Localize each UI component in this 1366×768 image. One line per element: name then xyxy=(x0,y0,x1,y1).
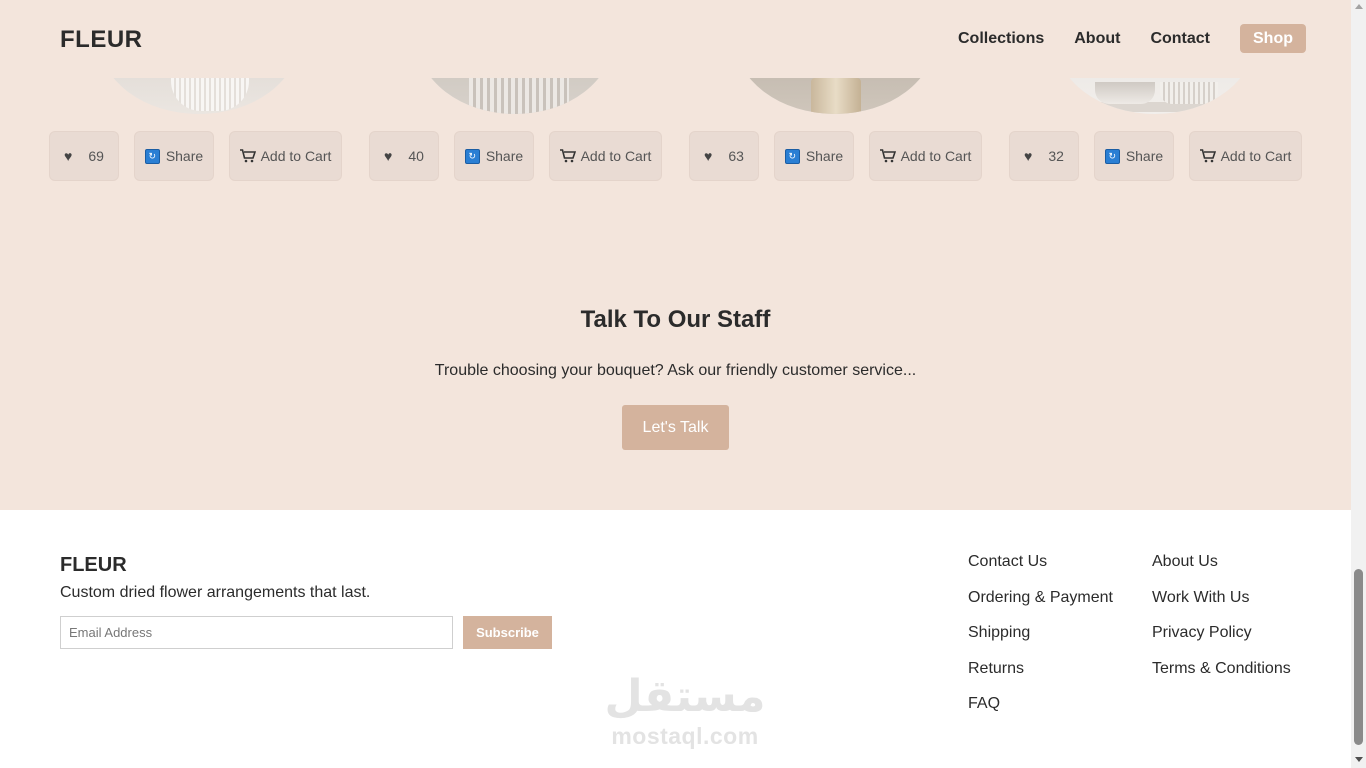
like-button[interactable]: ♥ 32 xyxy=(1009,131,1079,181)
footer-links-col2: About Us Work With Us Privacy Policy Ter… xyxy=(1152,553,1291,695)
product-actions: ♥ 32 ↻ Share Add to Cart xyxy=(1009,131,1302,181)
heart-icon: ♥ xyxy=(1024,148,1033,164)
like-count: 63 xyxy=(728,148,744,164)
share-label: Share xyxy=(485,148,524,164)
share-icon: ↻ xyxy=(1104,148,1120,164)
product-card: ♥ 69 ↻ Share Add to Cart xyxy=(49,0,369,190)
lets-talk-button[interactable]: Let's Talk xyxy=(622,405,729,450)
footer-link-returns[interactable]: Returns xyxy=(968,660,1113,696)
footer-link-work-with-us[interactable]: Work With Us xyxy=(1152,589,1291,625)
page-scrollbar[interactable] xyxy=(1351,0,1366,768)
cart-label: Add to Cart xyxy=(1220,148,1292,164)
cart-label: Add to Cart xyxy=(580,148,652,164)
cart-label: Add to Cart xyxy=(260,148,332,164)
footer-link-about-us[interactable]: About Us xyxy=(1152,553,1291,589)
scrollbar-thumb[interactable] xyxy=(1354,569,1363,745)
cart-icon xyxy=(239,149,256,163)
like-button[interactable]: ♥ 63 xyxy=(689,131,759,181)
share-button[interactable]: ↻ Share xyxy=(454,131,534,181)
product-image[interactable] xyxy=(735,78,935,114)
watermark-arabic: مستقل xyxy=(604,671,766,722)
watermark-latin: mostaql.com xyxy=(611,723,759,749)
product-image[interactable] xyxy=(1055,78,1255,114)
like-count: 69 xyxy=(88,148,104,164)
watermark: مستقل mostaql.com xyxy=(595,672,775,757)
heart-icon: ♥ xyxy=(384,148,393,164)
talk-text: Trouble choosing your bouquet? Ask our f… xyxy=(434,362,917,379)
footer-link-privacy-policy[interactable]: Privacy Policy xyxy=(1152,624,1291,660)
footer-link-contact-us[interactable]: Contact Us xyxy=(968,553,1113,589)
add-to-cart-button[interactable]: Add to Cart xyxy=(549,131,662,181)
share-button[interactable]: ↻ Share xyxy=(774,131,854,181)
share-label: Share xyxy=(165,148,204,164)
footer-logo: FLEUR xyxy=(60,554,127,576)
like-button[interactable]: ♥ 40 xyxy=(369,131,439,181)
product-actions: ♥ 63 ↻ Share Add to Cart xyxy=(689,131,982,181)
cart-icon xyxy=(559,149,576,163)
heart-icon: ♥ xyxy=(704,148,713,164)
like-count: 32 xyxy=(1048,148,1064,164)
footer-links-col1: Contact Us Ordering & Payment Shipping R… xyxy=(968,553,1113,731)
product-actions: ♥ 40 ↻ Share Add to Cart xyxy=(369,131,662,181)
share-label: Share xyxy=(805,148,844,164)
scroll-down-icon[interactable] xyxy=(1355,757,1363,762)
footer-link-terms-conditions[interactable]: Terms & Conditions xyxy=(1152,660,1291,696)
cart-icon xyxy=(1199,149,1216,163)
like-button[interactable]: ♥ 69 xyxy=(49,131,119,181)
footer-link-shipping[interactable]: Shipping xyxy=(968,624,1113,660)
scroll-up-icon[interactable] xyxy=(1355,4,1363,9)
email-input[interactable] xyxy=(60,616,453,649)
like-count: 40 xyxy=(408,148,424,164)
share-button[interactable]: ↻ Share xyxy=(134,131,214,181)
product-card: ♥ 32 ↻ Share Add to Cart xyxy=(1009,0,1329,190)
share-icon: ↻ xyxy=(784,148,800,164)
footer-tagline: Custom dried flower arrangements that la… xyxy=(60,584,371,601)
share-icon: ↻ xyxy=(144,148,160,164)
subscribe-button[interactable]: Subscribe xyxy=(463,616,552,649)
add-to-cart-button[interactable]: Add to Cart xyxy=(229,131,342,181)
talk-title: Talk To Our Staff xyxy=(580,306,771,333)
product-image[interactable] xyxy=(417,78,613,114)
share-button[interactable]: ↻ Share xyxy=(1094,131,1174,181)
share-label: Share xyxy=(1125,148,1164,164)
product-card: ♥ 63 ↻ Share Add to Cart xyxy=(689,0,1009,190)
cart-label: Add to Cart xyxy=(900,148,972,164)
product-card: ♥ 40 ↻ Share Add to Cart xyxy=(369,0,689,190)
cart-icon xyxy=(879,149,896,163)
heart-icon: ♥ xyxy=(64,148,73,164)
add-to-cart-button[interactable]: Add to Cart xyxy=(1189,131,1302,181)
add-to-cart-button[interactable]: Add to Cart xyxy=(869,131,982,181)
share-icon: ↻ xyxy=(464,148,480,164)
footer-link-ordering-payment[interactable]: Ordering & Payment xyxy=(968,589,1113,625)
product-actions: ♥ 69 ↻ Share Add to Cart xyxy=(49,131,342,181)
product-image[interactable] xyxy=(99,78,299,118)
footer-link-faq[interactable]: FAQ xyxy=(968,695,1113,731)
